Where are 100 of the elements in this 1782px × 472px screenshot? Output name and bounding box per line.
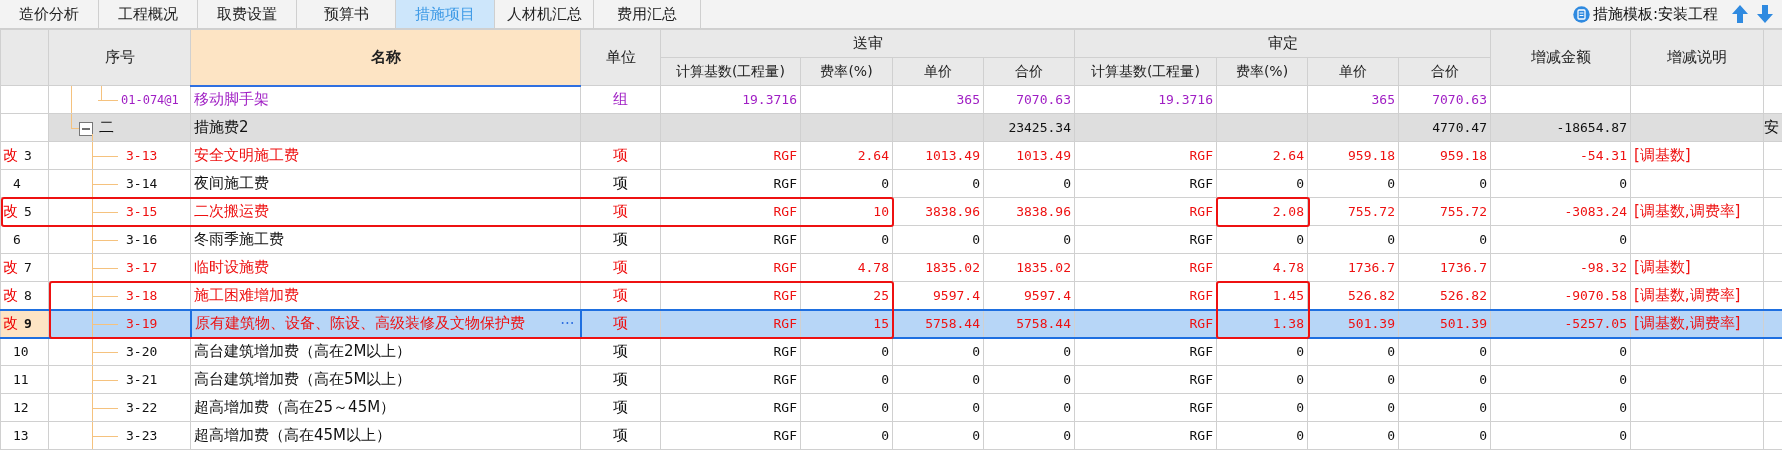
unit-cell: 项 [580,393,661,422]
item-name: 超高增加费（高在45M以上） [190,421,581,450]
table-cell: 0 [800,393,893,422]
row-header[interactable]: 10 [0,337,49,366]
change-mark: 改 [3,146,18,164]
table-cell: 959.18 [1398,141,1491,170]
row-header[interactable]: 改 5 [0,197,49,226]
table-cell: RGF [1074,141,1217,170]
row-header[interactable]: 13 [0,421,49,450]
table-cell: 1835.02 [983,253,1075,282]
table-cell: 3838.96 [983,197,1075,226]
table-cell: RGF [660,393,801,422]
item-name: 超高增加费（高在25～45M） [190,393,581,422]
row-header[interactable]: 改 7 [0,253,49,282]
column-header[interactable]: 计算基数(工程量) [660,57,801,86]
table-cell: RGF [660,141,801,170]
table-cell: 959.18 [1307,141,1399,170]
note-cell: [调基数] [1630,141,1764,170]
table-cell: 5758.44 [983,309,1075,338]
column-header[interactable]: 合价 [1398,57,1491,86]
amount-cell: 0 [1490,169,1631,198]
table-cell: 0 [1398,337,1491,366]
item-code: 3-13 [126,148,158,163]
table-cell: 5758.44 [892,309,984,338]
column-header[interactable]: 单价 [892,57,984,86]
table-cell: 1013.49 [892,141,984,170]
table-cell: 755.72 [1307,197,1399,226]
column-header[interactable]: 单位 [580,29,661,86]
unit-cell: 项 [580,309,661,338]
table-cell: 7070.63 [1398,85,1491,114]
row-header[interactable]: 4 [0,169,49,198]
column-header[interactable]: 合价 [983,57,1075,86]
column-header[interactable]: 计算基数(工程量) [1074,57,1217,86]
table-cell: 365 [892,85,984,114]
table-cell: 0 [1307,393,1399,422]
table-cell: 0 [1398,365,1491,394]
column-header[interactable]: 费率(%) [800,57,893,86]
row-header[interactable]: 改 3 [0,141,49,170]
table-cell: 0 [1398,225,1491,254]
column-header[interactable]: 序号 [48,29,191,86]
table-cell: RGF [660,309,801,338]
row-header[interactable]: 11 [0,365,49,394]
table-cell: 0 [800,421,893,450]
table-cell: 0 [800,337,893,366]
change-mark: 改 [3,285,18,304]
table-cell: 0 [1307,421,1399,450]
table-cell: 501.39 [1307,309,1399,338]
amount-cell: 0 [1490,393,1631,422]
document-icon[interactable] [1572,5,1590,23]
table-cell: 0 [983,393,1075,422]
row-number: 12 [13,400,29,415]
item-code: 3-15 [126,204,158,219]
table-cell: 0 [983,169,1075,198]
row-header[interactable]: 改 9 [0,309,49,338]
row-number: 3 [24,148,32,163]
table-cell: 1736.7 [1307,253,1399,282]
table-cell: 0 [800,225,893,254]
row-header[interactable]: 6 [0,225,49,254]
up-arrow-icon[interactable] [1729,4,1751,24]
item-code: 3-19 [126,316,158,331]
table-cell: 7070.63 [983,85,1075,114]
table-cell: 0 [1216,421,1308,450]
item-code: 3-14 [126,176,158,191]
table-cell: RGF [660,365,801,394]
table-cell: 0 [1398,393,1491,422]
row-header[interactable]: 12 [0,393,49,422]
table-cell: RGF [1074,393,1217,422]
column-header[interactable]: 名称 [190,29,581,86]
item-code: 01-074@1 [121,93,179,107]
table-cell: RGF [660,421,801,450]
down-arrow-icon[interactable] [1754,4,1776,24]
table-cell: 0 [892,393,984,422]
table-cell: 0 [983,337,1075,366]
row-number: 7 [24,260,32,275]
table-cell: RGF [1074,309,1217,338]
row-number: 13 [13,428,29,443]
amount-cell: -54.31 [1490,141,1631,170]
table-cell: 0 [1398,169,1491,198]
item-code: 3-17 [126,260,158,275]
amount-cell: -5257.05 [1490,309,1631,338]
note-cell: [调基数,调费率] [1630,309,1764,338]
template-label[interactable]: 措施模板:安装工程 [1592,4,1718,24]
table-cell: 0 [1216,337,1308,366]
item-code: 3-21 [126,372,158,387]
column-group-header: 审定 [1074,29,1491,58]
column-header[interactable]: 增减金额 [1490,29,1631,86]
row-number: 4 [13,176,21,191]
item-name: 冬雨季施工费 [190,225,581,254]
table-cell: 0 [1216,225,1308,254]
unit-cell: 项 [580,337,661,366]
table-cell: 0 [892,365,984,394]
table-cell: 19.3716 [660,85,801,114]
column-header[interactable]: 费率(%) [1216,57,1308,86]
column-header[interactable]: 单价 [1307,57,1399,86]
column-header[interactable]: 增减说明 [1630,29,1764,86]
table-cell: 2.64 [800,141,893,170]
item-code: 3-23 [126,428,158,443]
table-cell: RGF [1074,337,1217,366]
collapse-icon[interactable] [79,121,93,136]
unit-cell: 项 [580,365,661,394]
